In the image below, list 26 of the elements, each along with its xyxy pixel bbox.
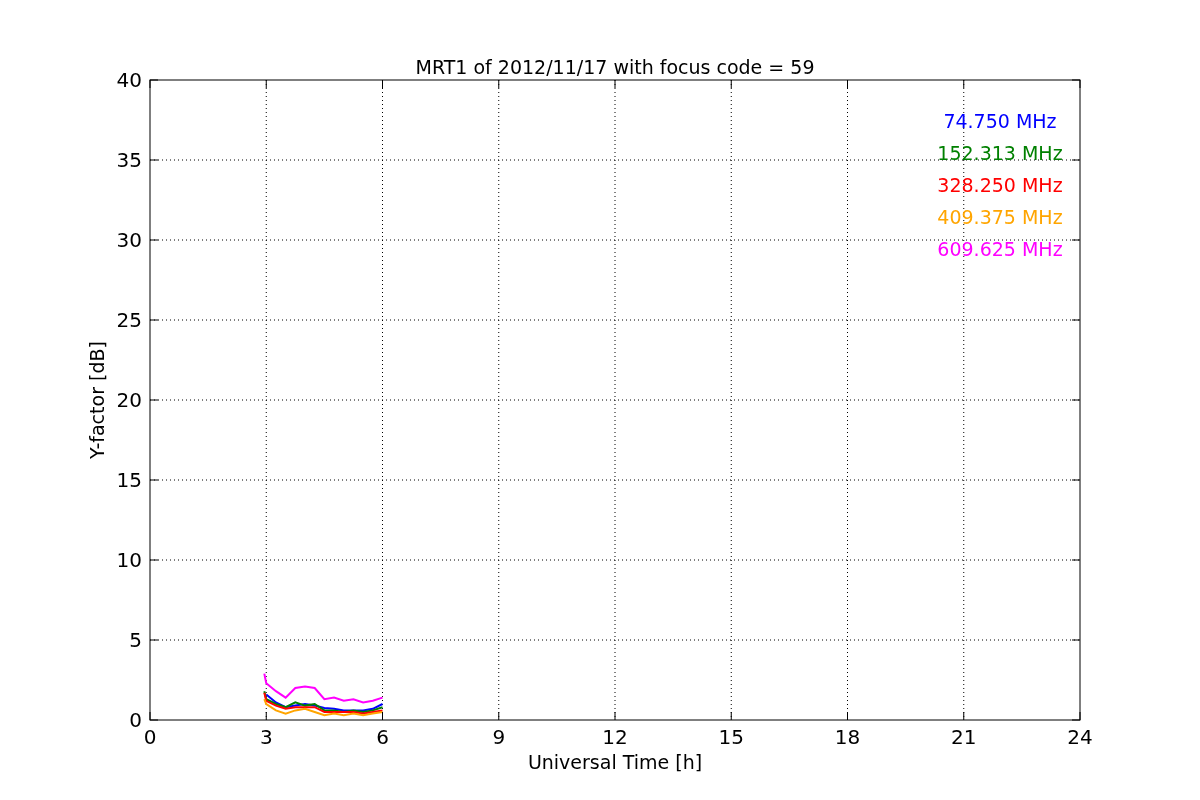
tick-label: 15 bbox=[116, 468, 142, 492]
tick-label: 18 bbox=[834, 725, 861, 749]
tick-label: 25 bbox=[116, 308, 142, 332]
legend-label: 409.375 MHz bbox=[937, 206, 1063, 228]
tick-label: 20 bbox=[116, 388, 142, 412]
tick-label: 15 bbox=[718, 725, 744, 749]
tick-label: 24 bbox=[1067, 725, 1093, 749]
chart-title: MRT1 of 2012/11/17 with focus code = 59 bbox=[415, 56, 815, 78]
tick-label: 5 bbox=[129, 628, 142, 652]
tick-label: 3 bbox=[259, 725, 273, 749]
tick-label: 6 bbox=[376, 725, 389, 749]
tick-label: 9 bbox=[492, 725, 506, 749]
tick-label: 0 bbox=[129, 708, 142, 732]
tick-label: 35 bbox=[116, 148, 142, 172]
tick-label: 40 bbox=[116, 68, 142, 92]
legend-label: 152.313 MHz bbox=[937, 142, 1063, 164]
tick-label: 10 bbox=[116, 548, 142, 572]
axis-title: Y-factor [dB] bbox=[86, 341, 108, 459]
tick-label: 12 bbox=[602, 725, 628, 749]
axis-title: Universal Time [h] bbox=[527, 751, 703, 773]
legend-label: 74.750 MHz bbox=[943, 110, 1057, 132]
tick-label: 0 bbox=[143, 725, 157, 749]
legend-label: 609.625 MHz bbox=[937, 238, 1063, 260]
legend-label: 328.250 MHz bbox=[937, 174, 1063, 196]
tick-label: 21 bbox=[951, 725, 977, 749]
tick-label: 30 bbox=[116, 228, 142, 252]
